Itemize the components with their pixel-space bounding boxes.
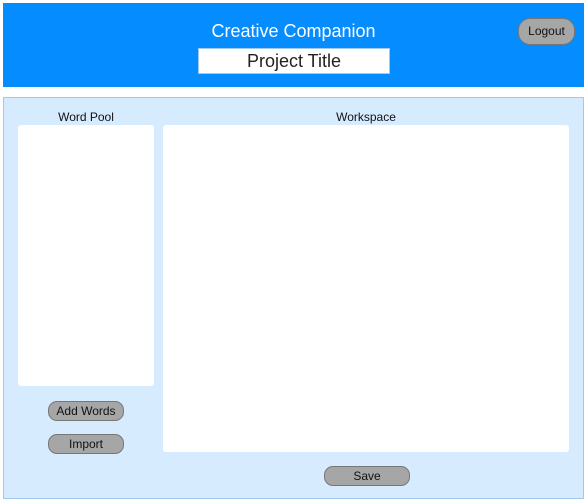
word-pool-label: Word Pool <box>58 110 114 124</box>
main-panel: Word Pool Workspace Add Words Import Sav… <box>3 97 584 499</box>
logout-button[interactable]: Logout <box>518 18 575 45</box>
add-words-button[interactable]: Add Words <box>48 401 124 421</box>
word-pool-area[interactable] <box>18 125 154 386</box>
import-button[interactable]: Import <box>48 434 124 454</box>
app-title: Creative Companion <box>211 21 376 41</box>
app-header: Creative Companion Logout <box>3 3 584 87</box>
project-title-field[interactable] <box>198 48 390 74</box>
workspace-label: Workspace <box>336 110 396 124</box>
save-button[interactable]: Save <box>324 466 410 486</box>
workspace-area[interactable] <box>163 125 569 452</box>
